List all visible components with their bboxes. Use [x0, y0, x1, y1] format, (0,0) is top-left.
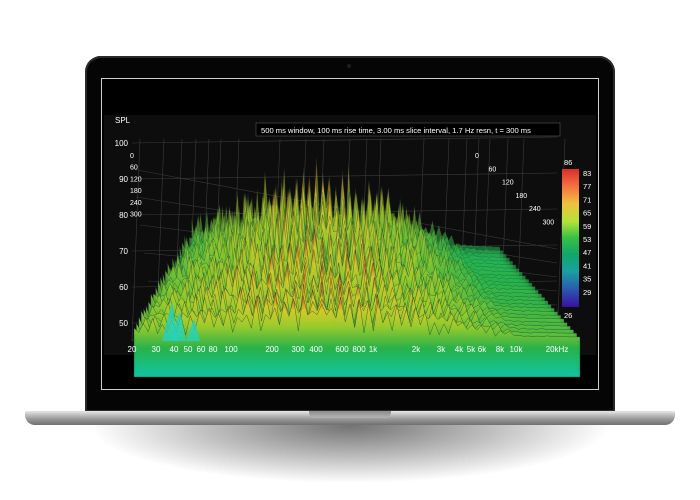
x-tick-label: 30 — [152, 345, 161, 354]
waterfall-plot: SPL 500 ms window, 100 ms rise time, 3.0… — [104, 115, 596, 378]
x-tick-label: 5k — [467, 345, 476, 354]
x-tick-label: 3k — [437, 345, 446, 354]
colorbar-label: 29 — [583, 288, 591, 297]
colorbar-label: 83 — [583, 169, 591, 178]
time-tick-label: 300 — [130, 212, 142, 219]
colorbar-label: 77 — [583, 182, 591, 191]
time-tick-label: 120 — [502, 180, 514, 187]
x-tick-label: 20 — [128, 345, 137, 354]
x-tick-label: 1k — [369, 345, 378, 354]
colorbar-label: 71 — [583, 195, 591, 204]
time-tick-label: 0 — [130, 153, 134, 160]
x-tick-label: 60 — [197, 345, 206, 354]
time-tick-label: 240 — [529, 206, 541, 213]
x-tick-label: 300 — [291, 345, 305, 354]
x-tick-label: 20kHz — [546, 345, 569, 354]
x-tick-label: 8k — [496, 345, 505, 354]
x-tick-label: 400 — [309, 345, 323, 354]
time-tick-label: 60 — [489, 166, 497, 173]
laptop-notch — [309, 411, 391, 418]
time-tick-label: 240 — [130, 200, 142, 207]
colorbar-max-label: 86 — [564, 158, 572, 167]
colorbar-label: 47 — [583, 248, 591, 257]
x-tick-label: 6k — [478, 345, 487, 354]
x-tick-label: 100 — [224, 345, 238, 354]
colorbar-label: 53 — [583, 235, 591, 244]
y-axis-title: SPL — [115, 116, 131, 125]
x-tick-label: 40 — [170, 345, 179, 354]
laptop-screen: SPL 500 ms window, 100 ms rise time, 3.0… — [101, 78, 599, 390]
x-tick-label: 80 — [209, 345, 218, 354]
camera-icon — [347, 64, 351, 68]
colorbar-min-label: 26 — [564, 311, 572, 320]
time-tick-label: 300 — [543, 220, 555, 227]
x-tick-label: 600 — [335, 345, 349, 354]
y-tick-label: 80 — [119, 211, 128, 220]
colorbar-label: 59 — [583, 222, 591, 231]
x-tick-label: 4k — [455, 345, 464, 354]
time-tick-label: 120 — [130, 176, 142, 183]
y-tick-label: 50 — [119, 319, 128, 328]
x-tick-label: 800 — [352, 345, 366, 354]
laptop-lid: SPL 500 ms window, 100 ms rise time, 3.0… — [85, 56, 615, 412]
colorbar — [562, 169, 579, 307]
y-tick-label: 90 — [119, 175, 128, 184]
y-tick-label: 100 — [115, 139, 129, 148]
colorbar-label: 65 — [583, 209, 591, 218]
info-text: 500 ms window, 100 ms rise time, 3.00 ms… — [261, 126, 531, 135]
x-tick-label: 200 — [265, 345, 279, 354]
x-tick-label: 50 — [184, 345, 193, 354]
colorbar-label: 35 — [583, 275, 591, 284]
x-tick-label: 2k — [412, 345, 421, 354]
time-tick-label: 60 — [130, 165, 138, 172]
y-tick-label: 70 — [119, 247, 128, 256]
time-tick-label: 180 — [130, 188, 142, 195]
x-tick-label: 10k — [510, 345, 524, 354]
y-tick-label: 60 — [119, 283, 128, 292]
time-tick-label: 180 — [516, 193, 528, 200]
time-tick-label: 0 — [475, 153, 479, 160]
colorbar-label: 41 — [583, 261, 591, 270]
